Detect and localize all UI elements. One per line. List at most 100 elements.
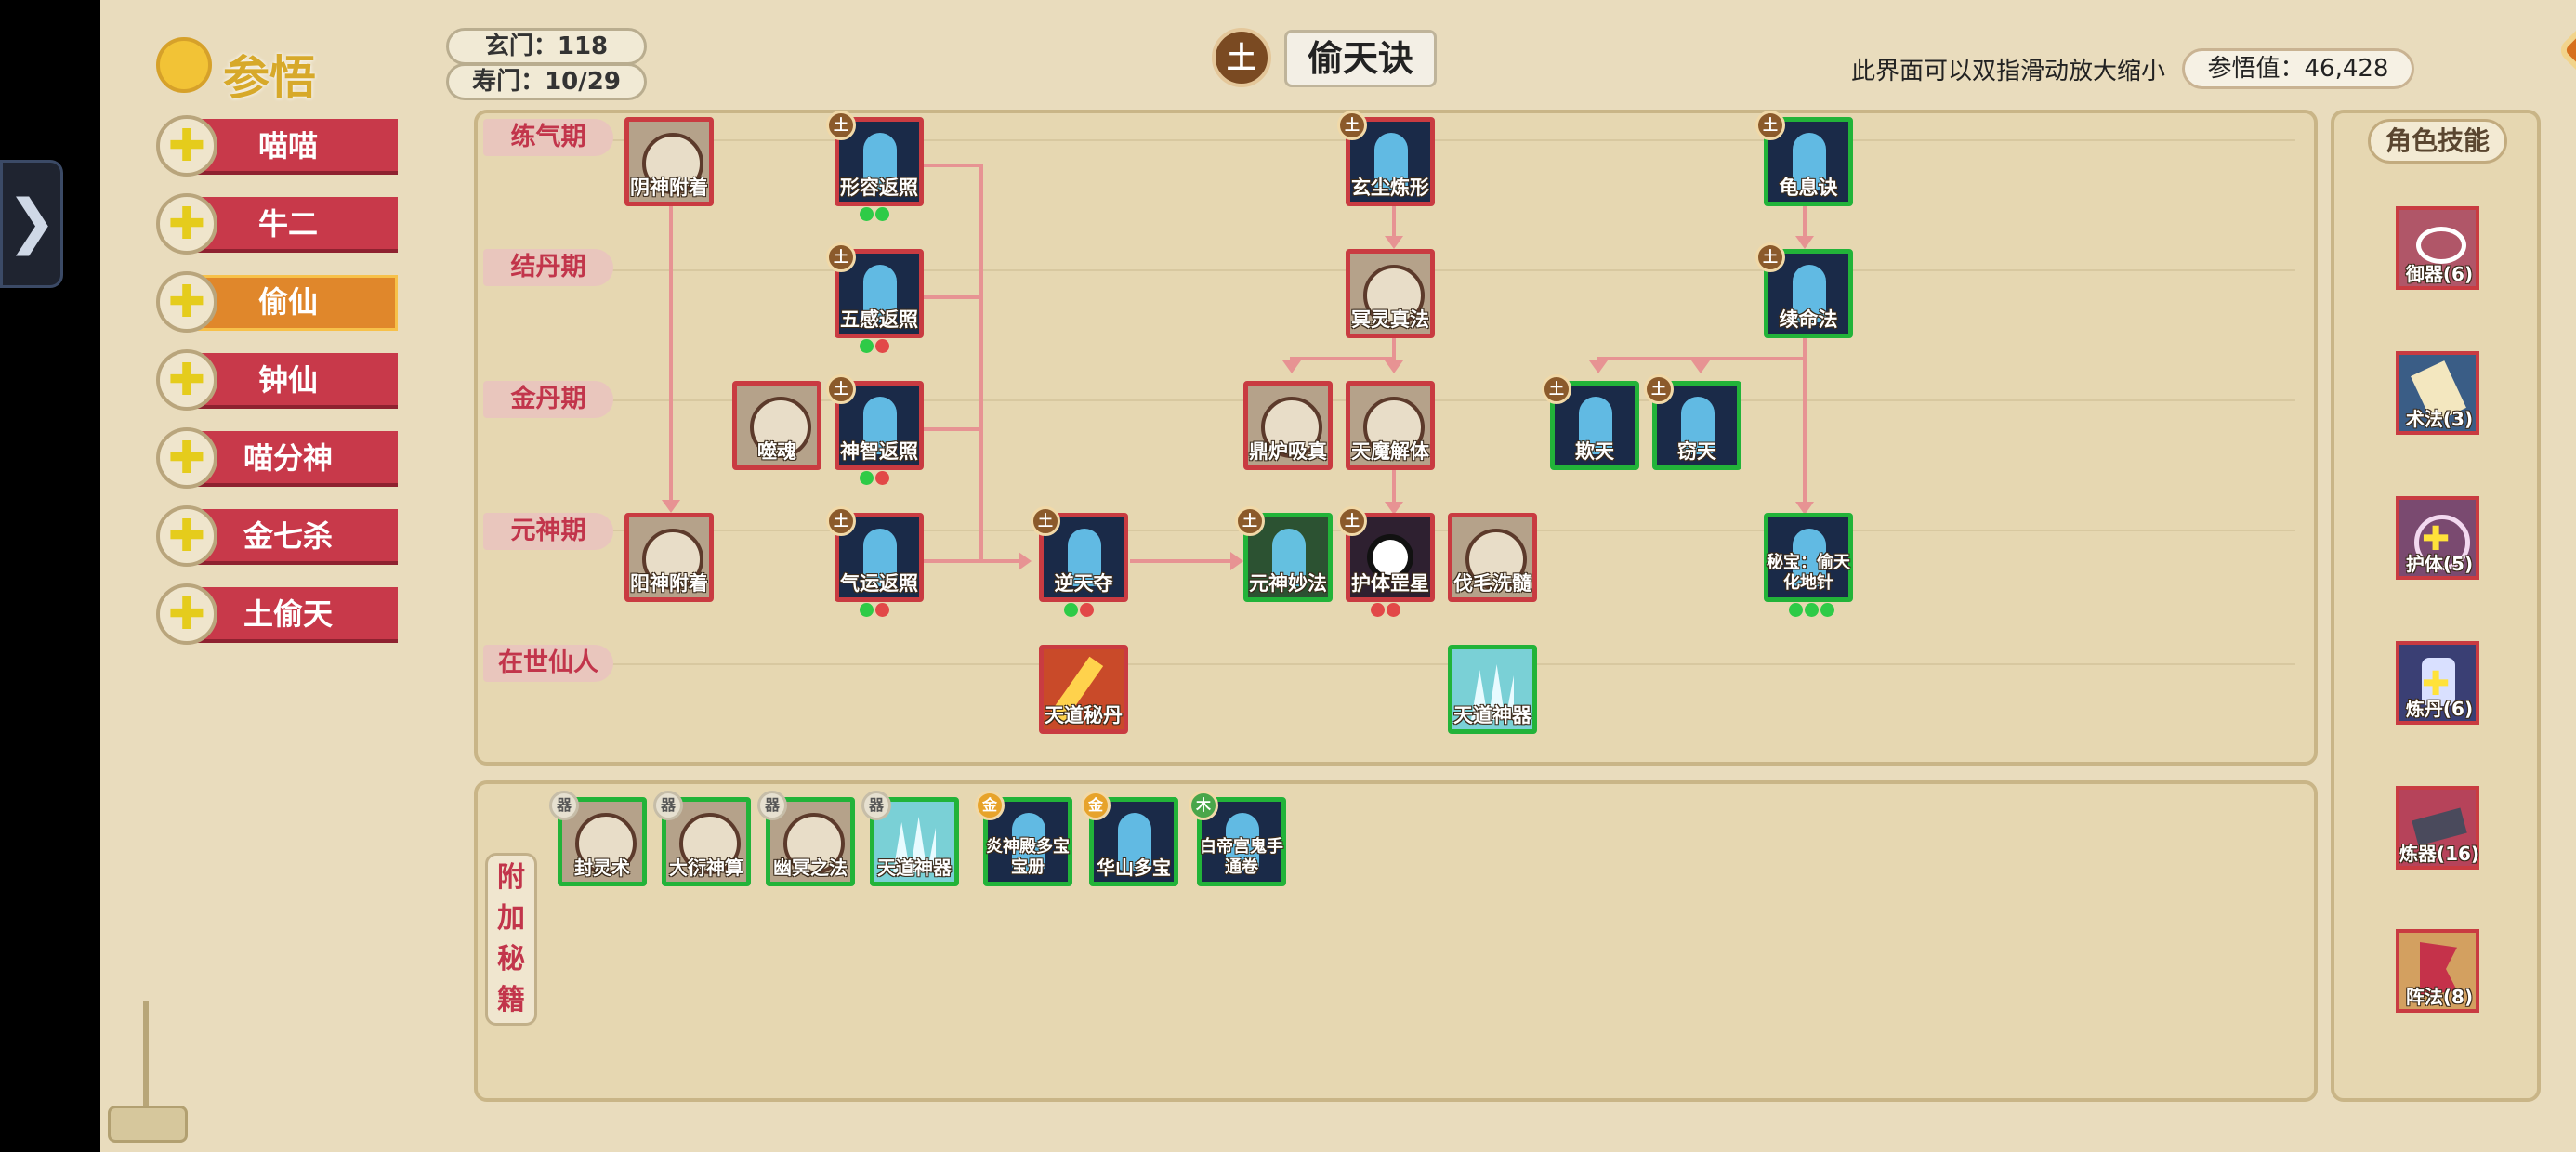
progress-dots: [1371, 603, 1402, 618]
skill-node[interactable]: 土 护体罡星: [1337, 506, 1435, 617]
top-bar: 玄门：118 寿门：10/29 土 偷天诀 此界面可以双指滑动放大缩小 参悟值：…: [100, 0, 2576, 111]
progress-dots: [860, 603, 891, 618]
item-tag: 金: [975, 791, 1005, 820]
item-tag: 器: [549, 791, 579, 820]
connector-line: [1803, 336, 1807, 504]
manual-name: 封灵术: [574, 857, 630, 879]
character-label: 喵喵: [257, 128, 318, 164]
skill-node[interactable]: 天道秘丹: [1039, 645, 1128, 734]
connector-line: [920, 427, 983, 431]
skill-node[interactable]: 土 神智返照: [826, 374, 924, 485]
skill-name: 续命法: [1779, 308, 1838, 331]
skill-name: 天道秘丹: [1045, 704, 1123, 727]
skill-name: 护体罡星: [1351, 572, 1429, 595]
close-button[interactable]: ✕: [2556, 0, 2576, 111]
skill-name: 阳神附着: [630, 572, 708, 595]
character-label: 钟仙: [257, 362, 318, 398]
extra-manual-item[interactable]: 木 白帝宫鬼手通卷: [1189, 791, 1286, 886]
character-item-jinqisha[interactable]: 金七杀: [156, 505, 401, 569]
stage-jindan: 金丹期: [483, 381, 613, 418]
arrow-right-icon: [1019, 552, 1032, 570]
skill-node[interactable]: 土 龟息诀: [1755, 111, 1853, 206]
character-item-touxian[interactable]: 偷仙: [156, 271, 401, 334]
skill-node[interactable]: 土 气运返照: [826, 506, 924, 617]
skill-node[interactable]: 土 元神妙法: [1235, 506, 1333, 602]
skill-name: 阴神附着: [630, 177, 708, 199]
skill-node[interactable]: 土 续命法: [1755, 242, 1853, 338]
skill-node[interactable]: 秘宝：偷天化地针: [1764, 513, 1853, 617]
skill-name: 伐毛洗髓: [1453, 572, 1531, 595]
zoom-hint: 此界面可以双指滑动放大缩小: [1851, 58, 2166, 85]
incense-base: [108, 1106, 188, 1143]
element-tag: 土: [1031, 506, 1060, 536]
character-skill-item[interactable]: ✚ 护体(5): [2396, 496, 2479, 580]
connector-line: [1130, 559, 1232, 563]
character-skill-item[interactable]: ✚ 炼丹(6): [2396, 641, 2479, 725]
arrow-down-icon: [1282, 360, 1301, 373]
skill-node[interactable]: 阳神附着: [624, 513, 714, 602]
progress-dots: [1789, 603, 1836, 618]
progress-dots: [1064, 603, 1096, 618]
extra-manual-item[interactable]: 金 华山多宝: [1081, 791, 1178, 886]
item-tag: 器: [653, 791, 683, 820]
character-skill-item[interactable]: 炼器(16): [2396, 786, 2479, 870]
skill-node[interactable]: 土 欺天: [1542, 374, 1639, 470]
character-label: 土偷天: [243, 596, 333, 632]
element-badge: 土: [1212, 28, 1271, 87]
character-label: 偷仙: [257, 284, 318, 320]
skill-node[interactable]: 伐毛洗髓: [1448, 513, 1537, 602]
progress-dots: [860, 339, 891, 354]
extra-manual-item[interactable]: 器 幽冥之法: [757, 791, 855, 886]
skill-node[interactable]: 土 玄尘炼形: [1337, 111, 1435, 206]
incense-burner-icon: [102, 966, 191, 1148]
skill-node[interactable]: 土 五感返照: [826, 242, 924, 353]
side-drawer-toggle[interactable]: ❯: [0, 160, 63, 288]
skill-node[interactable]: 鼎炉吸真: [1243, 381, 1333, 470]
character-item-miaofenshen[interactable]: 喵分神: [156, 427, 401, 491]
arrow-down-icon: [1385, 360, 1403, 373]
row-divider: [585, 663, 2295, 665]
character-item-miaomiao[interactable]: 喵喵: [156, 115, 401, 178]
connector-line: [669, 204, 673, 500]
skill-name: 逆天夺: [1054, 572, 1113, 595]
extra-manual-item[interactable]: 器 大衍神算: [653, 791, 751, 886]
skill-node[interactable]: 冥灵真法: [1346, 249, 1435, 338]
skill-node[interactable]: 阴神附着: [624, 117, 714, 206]
character-skill-name: 阵法(8): [2405, 986, 2474, 1008]
manual-name: 大衍神算: [669, 857, 743, 879]
character-label: 牛二: [257, 206, 318, 242]
connector-line: [1290, 357, 1396, 360]
manual-name: 白帝宫鬼手通卷: [1200, 837, 1283, 877]
skill-node[interactable]: 土 窃天: [1644, 374, 1741, 470]
skill-name: 秘宝：偷天化地针: [1767, 553, 1850, 593]
skill-name: 玄尘炼形: [1351, 177, 1429, 199]
skill-node[interactable]: 天魔解体: [1346, 381, 1435, 470]
element-tag: 土: [1337, 506, 1367, 536]
skill-node[interactable]: 土 逆天夺: [1031, 506, 1128, 617]
character-skill-item[interactable]: 御器(6): [2396, 206, 2479, 290]
connector-line: [920, 295, 983, 299]
skill-name: 形容返照: [840, 177, 918, 199]
skill-node[interactable]: 天道神器: [1448, 645, 1537, 734]
connector-line: [979, 164, 983, 563]
element-tag: 土: [826, 506, 856, 536]
stage-lianqi: 练气期: [483, 119, 613, 156]
character-skill-name: 术法(3): [2405, 408, 2474, 430]
skill-name: 鼎炉吸真: [1249, 440, 1327, 463]
skill-name: 冥灵真法: [1351, 308, 1429, 331]
skill-node[interactable]: 土 形容返照: [826, 111, 924, 221]
character-skill-item[interactable]: 术法(3): [2396, 351, 2479, 435]
character-skill-item[interactable]: 阵法(8): [2396, 929, 2479, 1013]
character-item-zhongxian[interactable]: 钟仙: [156, 349, 401, 412]
element-tag: 土: [826, 111, 856, 140]
skill-name: 龟息诀: [1779, 177, 1838, 199]
extra-manual-item[interactable]: 器 天道神器: [861, 791, 959, 886]
character-item-toutian[interactable]: 土偷天: [156, 583, 401, 647]
arrow-down-icon: [1795, 236, 1814, 249]
extra-manual-item[interactable]: 器 封灵术: [549, 791, 647, 886]
extra-manual-item[interactable]: 金 炎神殿多宝宝册: [975, 791, 1072, 886]
character-item-niuer[interactable]: 牛二: [156, 193, 401, 256]
skill-node[interactable]: 噬魂: [732, 381, 821, 470]
shoumen-counter: 寿门：10/29: [446, 63, 647, 100]
arrow-down-icon: [1385, 236, 1403, 249]
